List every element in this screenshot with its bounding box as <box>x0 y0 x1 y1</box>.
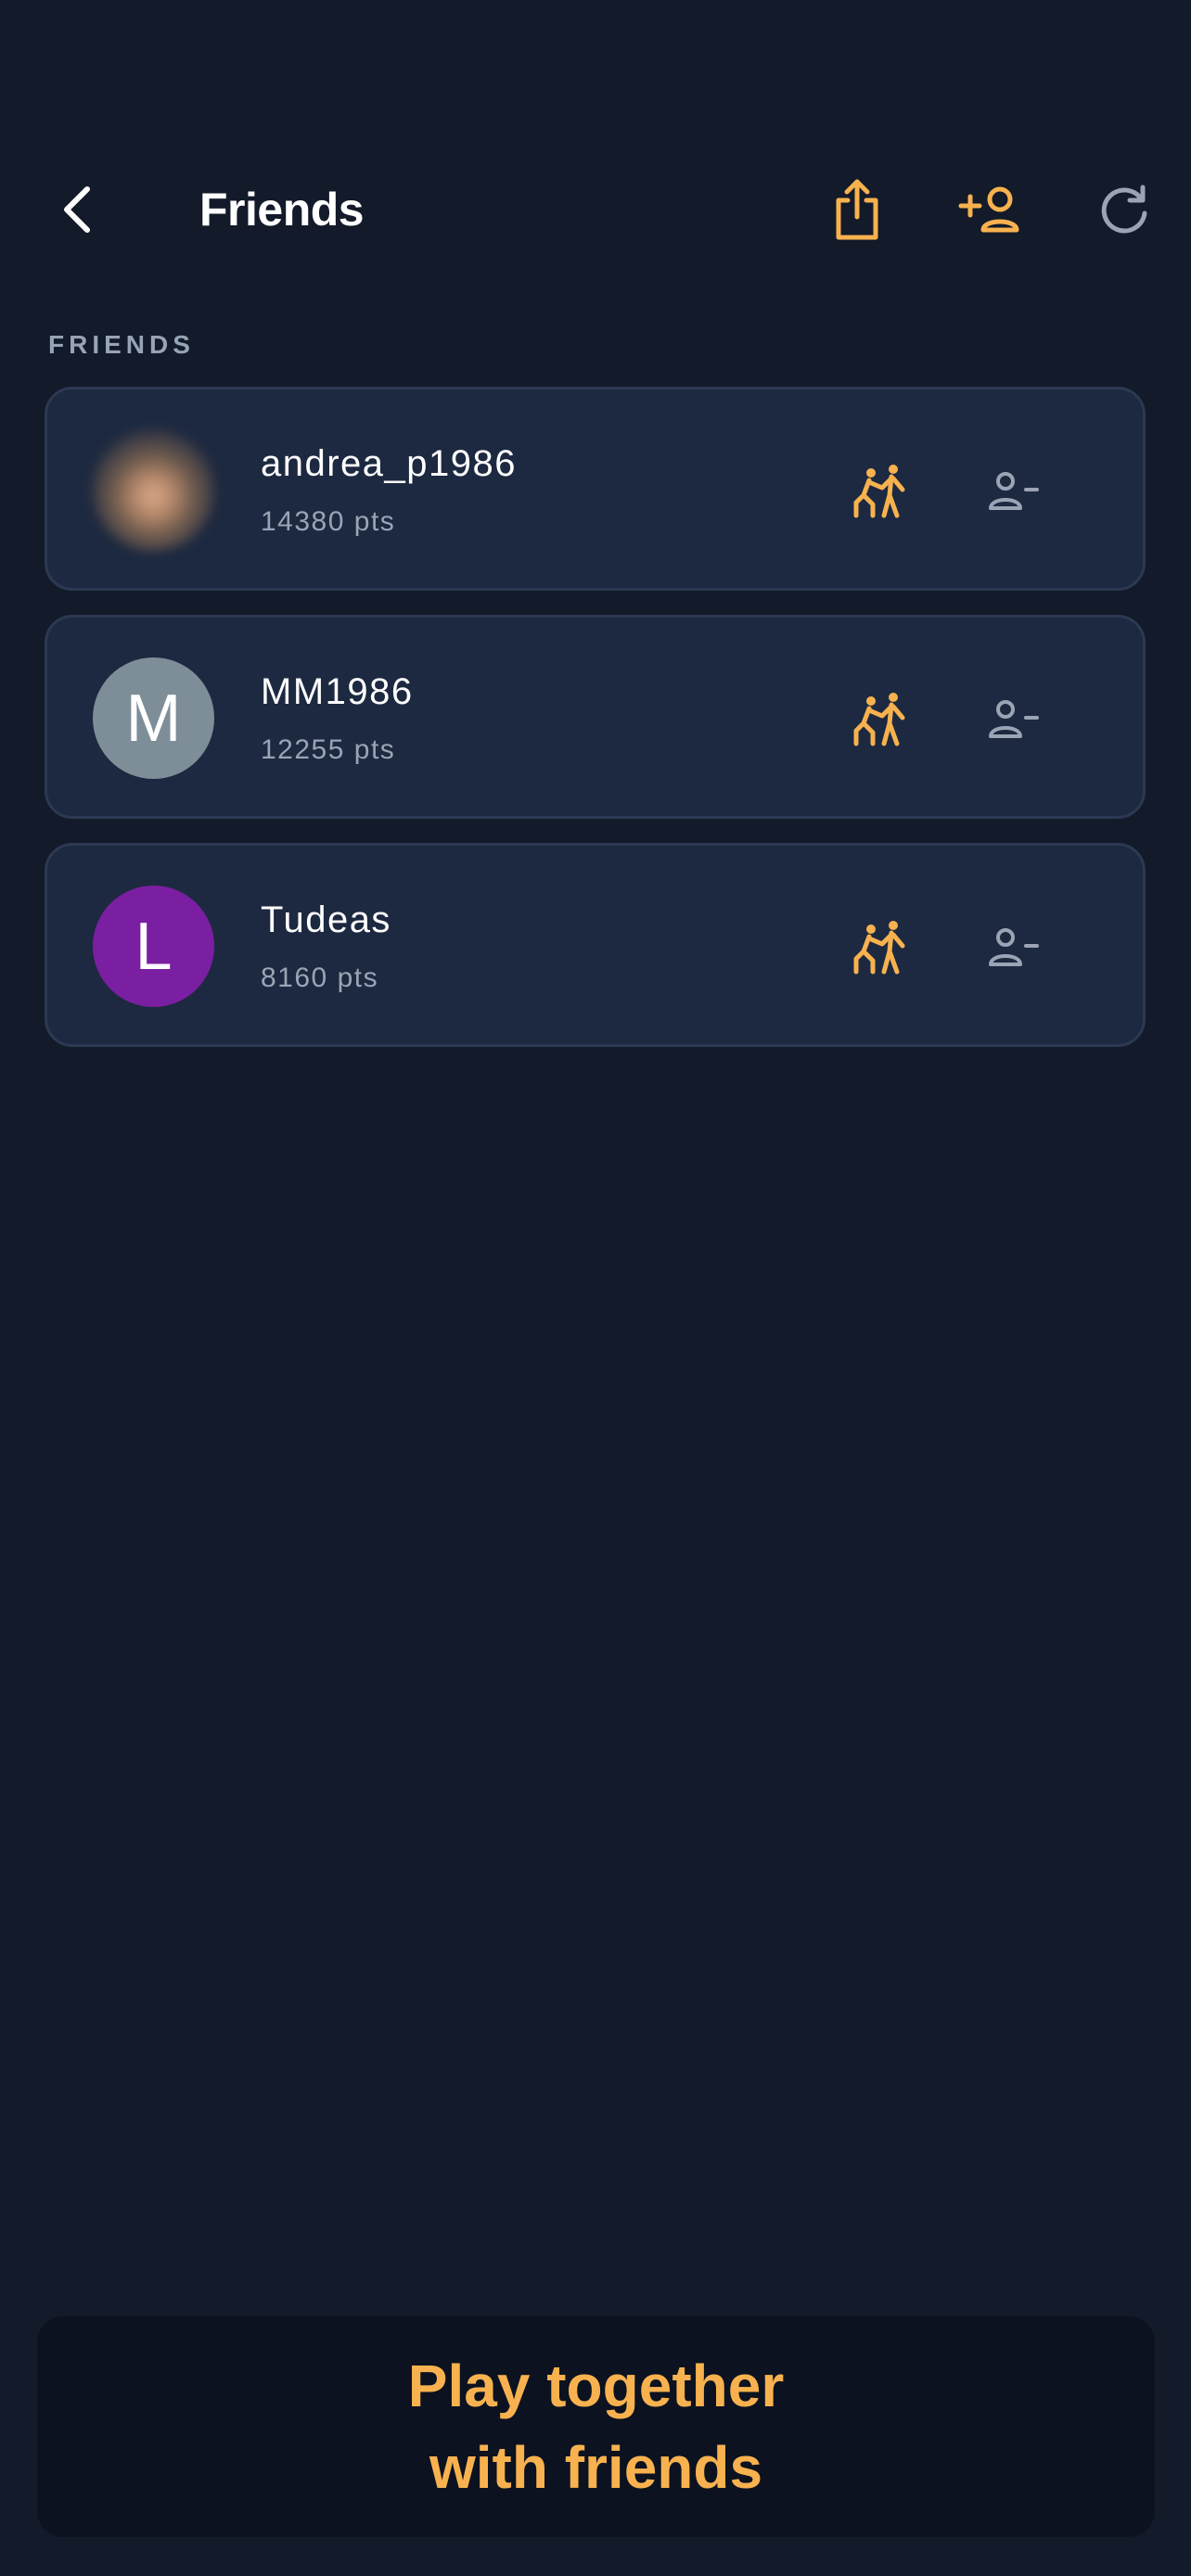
friend-card[interactable]: andrea_p1986 14380 pts <box>45 387 1146 591</box>
play-together-icon <box>853 693 905 746</box>
add-user-icon <box>958 186 1019 233</box>
friend-card[interactable]: L Tudeas 8160 pts <box>45 843 1146 1047</box>
play-together-button[interactable] <box>845 912 916 983</box>
remove-friend-button[interactable] <box>980 456 1050 527</box>
friend-name: MM1986 <box>261 671 414 712</box>
friend-points: 8160 pts <box>261 963 379 993</box>
top-bar: Friends <box>0 148 1191 269</box>
play-together-icon <box>853 921 905 975</box>
play-together-icon <box>853 465 905 518</box>
back-button[interactable] <box>45 176 111 243</box>
avatar: M <box>93 657 214 779</box>
friend-name: andrea_p1986 <box>261 443 518 484</box>
avatar: L <box>93 886 214 1007</box>
remove-friend-button[interactable] <box>980 684 1050 755</box>
section-label: FRIENDS <box>48 330 195 359</box>
remove-friend-icon <box>989 928 1039 966</box>
remove-friend-button[interactable] <box>980 912 1050 983</box>
play-together-button[interactable] <box>845 684 916 755</box>
page-title: Friends <box>199 184 365 236</box>
play-together-banner[interactable]: Play together with friends <box>37 2316 1155 2537</box>
share-button[interactable] <box>818 171 896 249</box>
remove-friend-icon <box>989 700 1039 738</box>
friends-list: andrea_p1986 14380 pts M MM1986 12255 pt… <box>45 387 1146 1071</box>
friend-name: Tudeas <box>261 899 391 940</box>
friend-points: 12255 pts <box>261 734 396 765</box>
add-friend-button[interactable] <box>952 171 1030 249</box>
play-together-button[interactable] <box>845 456 916 527</box>
refresh-button[interactable] <box>1085 171 1163 249</box>
play-together-label: Play together with friends <box>407 2353 785 2501</box>
friend-card[interactable]: M MM1986 12255 pts <box>45 615 1146 819</box>
avatar <box>93 429 214 551</box>
share-icon <box>836 179 878 240</box>
refresh-icon <box>1101 185 1147 234</box>
chevron-left-icon <box>64 186 90 233</box>
remove-friend-icon <box>989 472 1039 510</box>
friend-points: 14380 pts <box>261 506 396 537</box>
